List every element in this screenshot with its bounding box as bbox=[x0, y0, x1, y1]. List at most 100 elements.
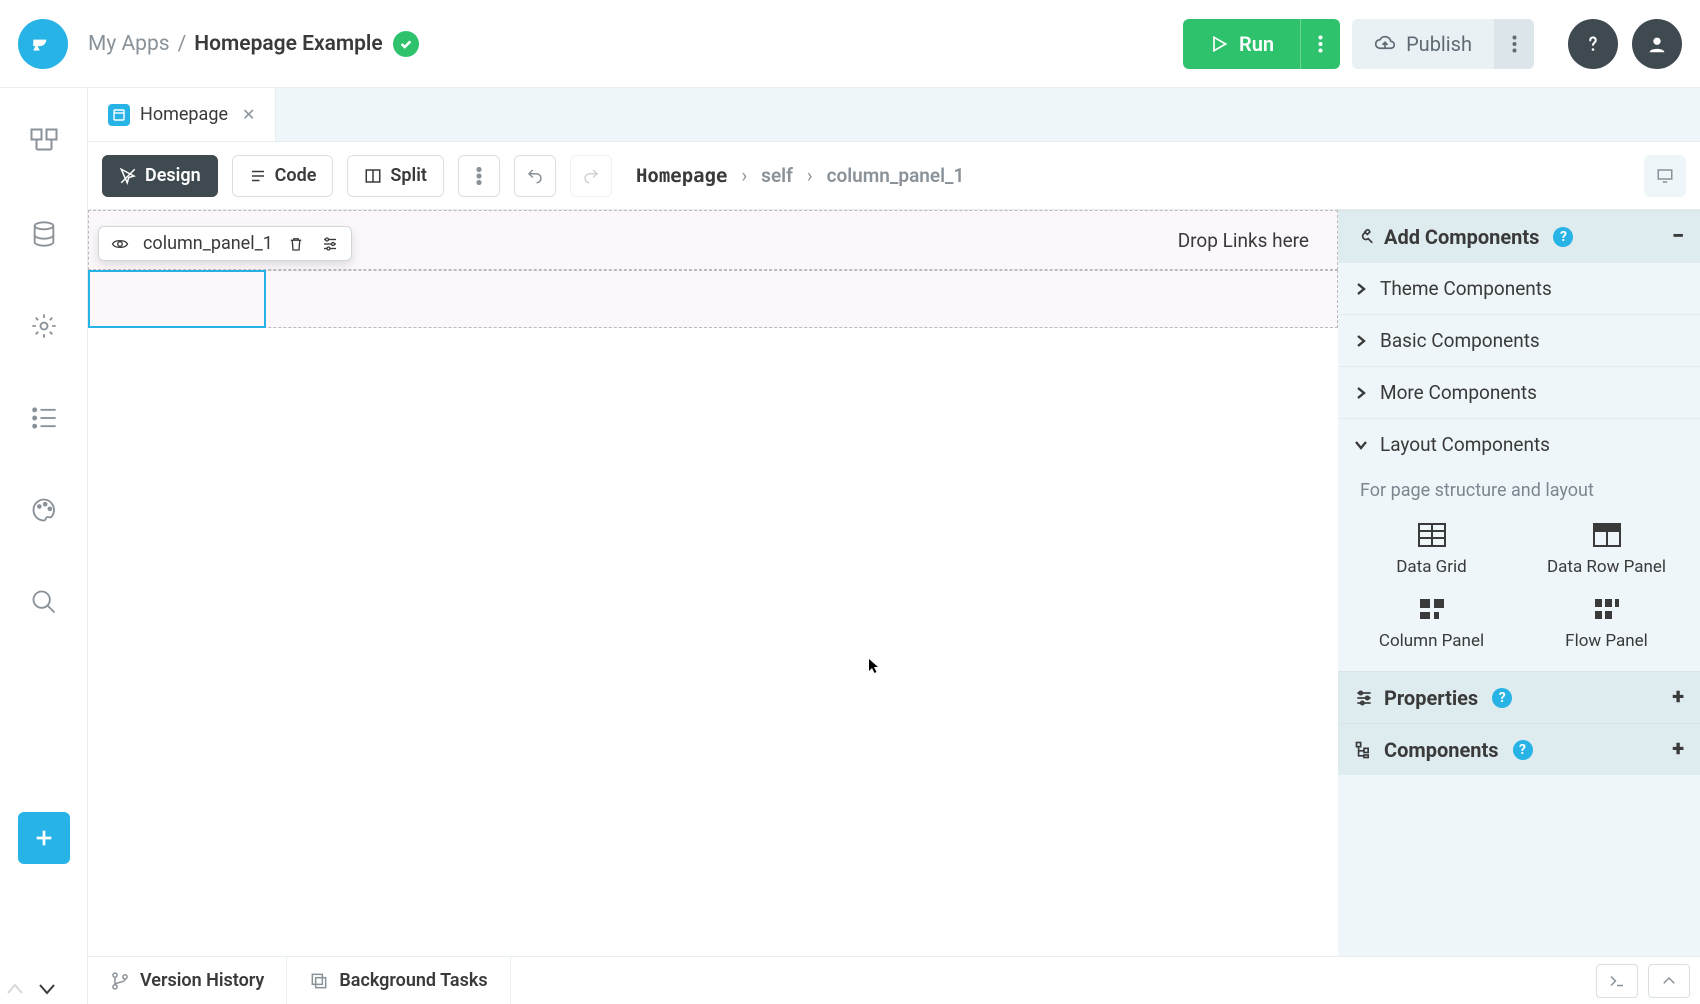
more-options-button[interactable] bbox=[458, 155, 500, 197]
selection-name[interactable]: column_panel_1 bbox=[143, 233, 273, 254]
redo-icon bbox=[582, 167, 600, 185]
help-icon[interactable]: ? bbox=[1553, 227, 1573, 247]
tab-background-tasks[interactable]: Background Tasks bbox=[287, 957, 510, 1004]
panel-title: Components bbox=[1384, 738, 1499, 762]
vertical-dots-icon bbox=[470, 167, 488, 185]
run-button[interactable]: Run bbox=[1183, 19, 1300, 69]
panel-add-components-header[interactable]: Add Components ? − bbox=[1338, 210, 1700, 262]
help-button[interactable] bbox=[1568, 19, 1618, 69]
split-icon bbox=[364, 167, 382, 185]
viewport-toggle-button[interactable] bbox=[1644, 155, 1686, 197]
mode-code-button[interactable]: Code bbox=[232, 155, 334, 197]
column-panel-icon bbox=[1418, 597, 1446, 621]
tab-homepage[interactable]: Homepage ✕ bbox=[88, 88, 276, 141]
sidebar-theme-icon[interactable] bbox=[26, 492, 62, 528]
redo-button[interactable] bbox=[570, 155, 612, 197]
vertical-dots-icon bbox=[1318, 35, 1323, 53]
tab-version-history[interactable]: Version History bbox=[88, 957, 287, 1004]
panel-components-header[interactable]: Components ? + bbox=[1338, 723, 1700, 775]
help-icon[interactable]: ? bbox=[1513, 740, 1533, 760]
mouse-cursor-icon bbox=[868, 658, 880, 674]
status-saved-icon bbox=[393, 31, 419, 57]
wrench-icon bbox=[1354, 227, 1374, 247]
expand-button[interactable]: + bbox=[1672, 737, 1684, 762]
tree-icon bbox=[1354, 740, 1374, 760]
panel-properties-header[interactable]: Properties ? + bbox=[1338, 671, 1700, 723]
grid-icon bbox=[1418, 523, 1446, 547]
plus-icon bbox=[33, 827, 55, 849]
vertical-dots-icon bbox=[1512, 35, 1517, 53]
panel-title: Add Components bbox=[1384, 225, 1539, 249]
publish-more-button[interactable] bbox=[1494, 19, 1534, 69]
component-data-row-panel[interactable]: Data Row Panel bbox=[1529, 523, 1684, 577]
breadcrumb-separator: / bbox=[178, 32, 187, 56]
category-layout-components[interactable]: Layout Components bbox=[1338, 418, 1700, 470]
category-basic-components[interactable]: Basic Components bbox=[1338, 314, 1700, 366]
sidebar-list-icon[interactable] bbox=[26, 400, 62, 436]
sidebar-search-icon[interactable] bbox=[26, 584, 62, 620]
component-column-panel[interactable]: Column Panel bbox=[1354, 597, 1509, 651]
component-flow-panel[interactable]: Flow Panel bbox=[1529, 597, 1684, 651]
code-icon bbox=[249, 167, 267, 185]
undo-button[interactable] bbox=[514, 155, 556, 197]
tab-label: Homepage bbox=[140, 104, 228, 125]
tab-close-button[interactable]: ✕ bbox=[242, 105, 255, 124]
run-more-button[interactable] bbox=[1300, 19, 1340, 69]
delete-button[interactable] bbox=[285, 235, 307, 253]
path-segment[interactable]: self bbox=[761, 164, 793, 187]
settings-icon-button[interactable] bbox=[319, 235, 341, 253]
selection-toolbar: column_panel_1 bbox=[98, 226, 352, 261]
panel-title: Properties bbox=[1384, 686, 1478, 710]
expand-button[interactable]: + bbox=[1672, 685, 1684, 710]
run-label: Run bbox=[1239, 32, 1274, 56]
terminal-icon bbox=[1608, 972, 1626, 990]
component-data-grid[interactable]: Data Grid bbox=[1354, 523, 1509, 577]
mode-design-button[interactable]: Design bbox=[102, 155, 218, 197]
category-theme-components[interactable]: Theme Components bbox=[1338, 262, 1700, 314]
undo-icon bbox=[526, 167, 544, 185]
layers-icon bbox=[309, 971, 329, 991]
user-icon bbox=[1646, 33, 1668, 55]
category-description: For page structure and layout bbox=[1338, 470, 1700, 515]
sliders-icon bbox=[1354, 688, 1374, 708]
breadcrumb: My Apps / Homepage Example bbox=[88, 32, 383, 56]
path-segment[interactable]: column_panel_1 bbox=[827, 164, 965, 187]
console-button[interactable] bbox=[1596, 964, 1638, 998]
git-branch-icon bbox=[110, 971, 130, 991]
row-panel-icon bbox=[1593, 523, 1621, 547]
chevron-right-icon bbox=[1354, 282, 1368, 296]
expand-bottom-button[interactable] bbox=[1648, 964, 1690, 998]
add-button[interactable] bbox=[18, 812, 70, 864]
chevron-right-icon bbox=[1354, 334, 1368, 348]
category-more-components[interactable]: More Components bbox=[1338, 366, 1700, 418]
nav-up-button[interactable] bbox=[6, 982, 24, 1000]
breadcrumb-current[interactable]: Homepage Example bbox=[194, 32, 382, 56]
account-button[interactable] bbox=[1632, 19, 1682, 69]
sidebar-data-icon[interactable] bbox=[26, 216, 62, 252]
nav-down-button[interactable] bbox=[38, 982, 56, 1000]
app-logo[interactable] bbox=[18, 19, 68, 69]
layout-row[interactable] bbox=[88, 270, 1338, 328]
flow-panel-icon bbox=[1593, 597, 1621, 621]
mode-split-button[interactable]: Split bbox=[347, 155, 444, 197]
component-path: Homepage › self › column_panel_1 bbox=[636, 164, 964, 187]
sidebar-pages-icon[interactable] bbox=[26, 124, 62, 160]
visibility-toggle-button[interactable] bbox=[109, 235, 131, 253]
collapse-button[interactable]: − bbox=[1672, 224, 1684, 249]
question-icon bbox=[1582, 33, 1604, 55]
dropzone-label: Drop Links here bbox=[1178, 229, 1309, 252]
breadcrumb-root[interactable]: My Apps bbox=[88, 32, 170, 56]
chevron-down-icon bbox=[1354, 438, 1368, 452]
sidebar-settings-icon[interactable] bbox=[26, 308, 62, 344]
cursor-icon bbox=[119, 167, 137, 185]
chevron-right-icon bbox=[1354, 386, 1368, 400]
desktop-icon bbox=[1656, 167, 1674, 185]
anvil-icon bbox=[30, 31, 56, 57]
publish-label: Publish bbox=[1406, 32, 1472, 56]
help-icon[interactable]: ? bbox=[1492, 688, 1512, 708]
path-segment[interactable]: Homepage bbox=[636, 165, 728, 187]
publish-button[interactable]: Publish bbox=[1352, 19, 1494, 69]
selected-component[interactable] bbox=[88, 270, 266, 328]
form-icon bbox=[108, 104, 130, 126]
chevron-up-icon bbox=[1660, 972, 1678, 990]
